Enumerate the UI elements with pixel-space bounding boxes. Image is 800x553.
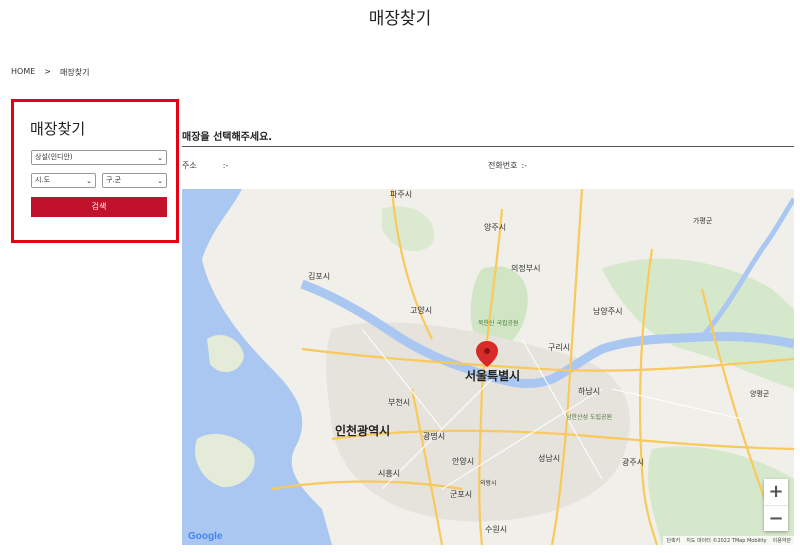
map-marker-dot xyxy=(484,348,490,354)
chevron-down-icon: ⌄ xyxy=(157,154,163,162)
map-label-goyang: 고양시 xyxy=(410,306,432,315)
map-label-yangju: 양주시 xyxy=(484,223,506,232)
breadcrumb-home[interactable]: HOME xyxy=(11,67,35,78)
store-map[interactable]: 파주시 양주시 의정부시 김포시 고양시 남양주시 가평군 북한산 국립공원 구… xyxy=(182,189,794,545)
page-title: 매장찾기 xyxy=(368,9,432,29)
map-label-seoul: 서울특별시 xyxy=(465,368,520,383)
map-label-gunpo: 군포시 xyxy=(450,490,472,499)
map-label-seongnam: 성남시 xyxy=(538,454,560,463)
map-data-text: 지도 데이터 ©2022 TMap Mobility xyxy=(686,538,767,544)
divider xyxy=(182,146,794,147)
store-type-select[interactable]: 상설(인디안) ⌄ xyxy=(31,150,167,165)
map-label-anyang: 안양시 xyxy=(452,456,474,466)
address-value: :- xyxy=(222,161,229,170)
chevron-down-icon: ⌄ xyxy=(157,177,163,185)
map-label-uiwang: 의왕시 xyxy=(480,479,497,487)
store-heading: 매장을 선택해주세요. xyxy=(182,132,273,143)
map-label-siheung: 시흥시 xyxy=(378,468,400,478)
breadcrumb-separator: > xyxy=(44,67,51,76)
gugun-select[interactable]: 구.군 ⌄ xyxy=(102,173,167,188)
map-label-bukhansan: 북한산 국립공원 xyxy=(478,319,519,327)
phone-row: 전화번호:- xyxy=(488,160,527,171)
map-label-guri: 구리시 xyxy=(548,343,570,352)
breadcrumb: HOME > 매장찾기 xyxy=(11,67,89,78)
map-label-bucheon: 부천시 xyxy=(388,397,410,407)
gugun-value: 구.군 xyxy=(106,176,122,184)
map-label-namyangju: 남양주시 xyxy=(593,307,622,316)
search-button[interactable]: 검색 xyxy=(31,197,167,217)
zoom-control: + − xyxy=(764,479,788,531)
store-search-panel: 매장찾기 상설(인디안) ⌄ 시.도 ⌄ 구.군 ⌄ 검색 xyxy=(11,99,179,243)
chevron-down-icon: ⌄ xyxy=(86,177,92,185)
panel-title: 매장찾기 xyxy=(30,120,86,138)
map-label-incheon: 인천광역시 xyxy=(335,423,390,438)
map-label-hanam: 하남시 xyxy=(578,386,600,396)
google-logo: Google xyxy=(188,531,222,542)
terms-link[interactable]: 이용약관 xyxy=(773,537,791,544)
sido-select[interactable]: 시.도 ⌄ xyxy=(31,173,96,188)
zoom-out-button[interactable]: − xyxy=(764,505,788,531)
address-row: 주소 :- xyxy=(182,160,228,171)
zoom-in-button[interactable]: + xyxy=(764,479,788,505)
phone-label: 전화번호 xyxy=(488,161,518,170)
keyboard-shortcuts-link[interactable]: 단축키 xyxy=(666,537,680,544)
store-type-value: 상설(인디안) xyxy=(35,153,73,161)
map-label-yangpyeong: 양평군 xyxy=(750,389,770,398)
map-label-gapyeong: 가평군 xyxy=(693,216,713,225)
map-label-namhansanseong: 남한산성 도립공원 xyxy=(566,413,612,421)
google-logo-text: Google xyxy=(188,531,223,542)
map-attribution: 단축키 지도 데이터 ©2022 TMap Mobility 이용약관 xyxy=(663,536,794,545)
map-label-gwangmyeong: 광명시 xyxy=(423,431,445,441)
sido-value: 시.도 xyxy=(35,176,51,184)
map-label-gimpo: 김포시 xyxy=(308,271,330,281)
map-label-paju: 파주시 xyxy=(390,190,412,199)
phone-value: :- xyxy=(521,161,528,170)
breadcrumb-current: 매장찾기 xyxy=(59,68,90,77)
map-label-suwon: 수원시 xyxy=(485,525,507,534)
map-label-gwangju: 광주시 xyxy=(622,457,644,467)
map-label-uijeongbu: 의정부시 xyxy=(511,263,540,273)
address-label: 주소 xyxy=(182,161,197,170)
